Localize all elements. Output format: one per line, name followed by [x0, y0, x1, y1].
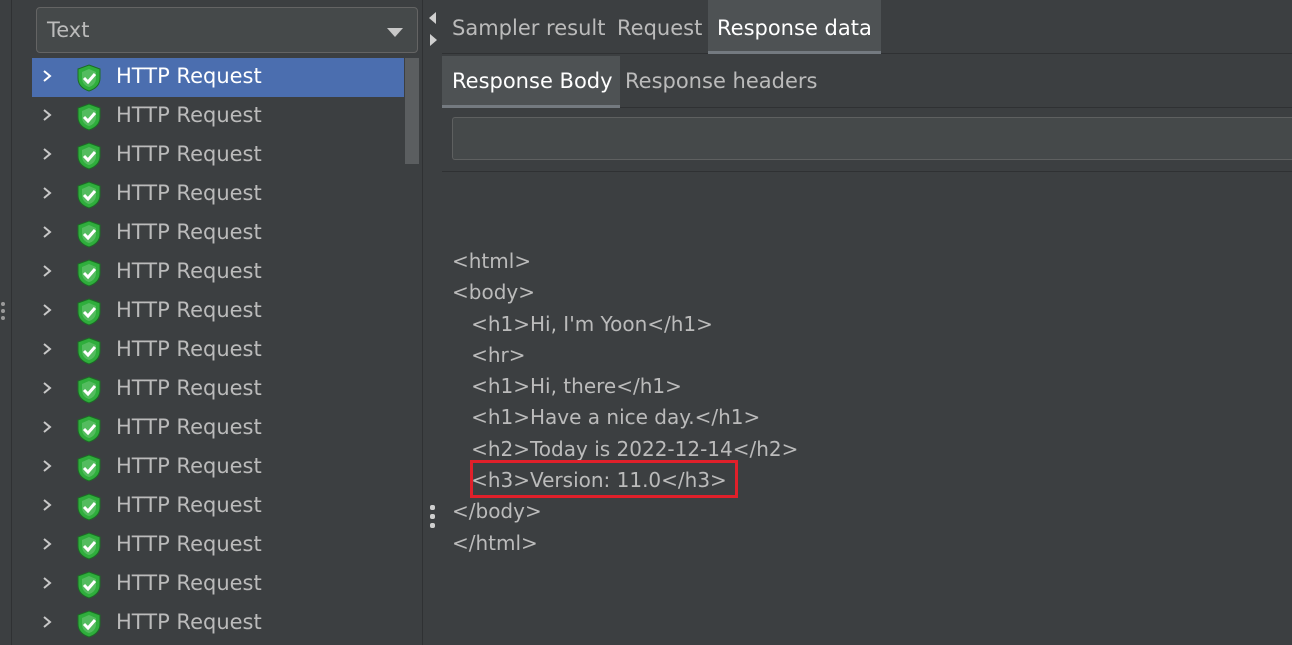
response-line: </body> — [452, 496, 798, 527]
tree-item-label: HTTP Request — [116, 259, 262, 283]
sampler-tree: HTTP Request HTTP Request HTTP Request HTTP… — [32, 58, 404, 645]
tab-sampler-result[interactable]: Sampler result — [452, 0, 605, 54]
response-line: <body> — [452, 277, 798, 308]
tree-item[interactable]: HTTP Request — [32, 409, 404, 448]
tree-item-label: HTTP Request — [116, 142, 262, 166]
response-line: <html> — [452, 246, 798, 277]
sampler-renderer-dropdown[interactable]: Text — [36, 7, 418, 53]
response-line: <h1>Have a nice day.</h1> — [452, 402, 798, 433]
right-panel: Sampler result Request Response data Res… — [442, 0, 1292, 645]
left-panel: Text HTTP RequestHTTP RequestHTTP Reques… — [0, 0, 422, 645]
tree-item[interactable]: HTTP Request — [32, 565, 404, 604]
tree-item[interactable]: HTTP Request — [32, 97, 404, 136]
tree-item[interactable]: HTTP Request — [32, 526, 404, 565]
chevron-right-icon[interactable] — [40, 459, 54, 473]
chevron-right-icon[interactable] — [40, 108, 54, 122]
chevron-right-icon[interactable] — [40, 537, 54, 551]
tree-item-label: HTTP Request — [116, 493, 262, 517]
pane-splitter[interactable] — [422, 0, 442, 645]
tree-item-label: HTTP Request — [116, 571, 262, 595]
tree-item-label: HTTP Request — [116, 220, 262, 244]
tree-item-label: HTTP Request — [116, 103, 262, 127]
shield-check-icon — [76, 337, 102, 365]
chevron-right-icon[interactable] — [40, 576, 54, 590]
chevron-right-icon[interactable] — [40, 147, 54, 161]
chevron-right-icon[interactable] — [40, 303, 54, 317]
shield-check-icon — [76, 493, 102, 521]
response-line: <h1>Hi, there</h1> — [452, 371, 798, 402]
collapse-left-icon[interactable] — [429, 12, 436, 24]
shield-check-icon — [76, 64, 102, 92]
chevron-right-icon[interactable] — [40, 264, 54, 278]
dropdown-value: Text — [47, 18, 89, 42]
shield-check-icon — [76, 259, 102, 287]
divider — [442, 171, 1292, 172]
response-body-text[interactable]: <html><body> <h1>Hi, I'm Yoon</h1> <hr> … — [452, 246, 798, 559]
tree-item[interactable]: HTTP Request — [32, 136, 404, 175]
shield-check-icon — [76, 610, 102, 638]
tree-item-label: HTTP Request — [116, 337, 262, 361]
tree-item[interactable]: HTTP Request — [32, 58, 404, 97]
chevron-right-icon[interactable] — [40, 342, 54, 356]
left-edge-splitter[interactable] — [0, 0, 12, 645]
tree-item-label: HTTP Request — [116, 532, 262, 556]
shield-check-icon — [76, 376, 102, 404]
collapse-right-icon[interactable] — [430, 34, 437, 46]
tree-item[interactable]: HTTP Request — [32, 370, 404, 409]
tree-item[interactable]: HTTP Request — [32, 448, 404, 487]
result-tabs: Sampler result Request Response data — [442, 0, 1292, 54]
tab-response-data[interactable]: Response data — [708, 0, 881, 54]
tree-item[interactable]: HTTP Request — [32, 175, 404, 214]
tree-scrollbar[interactable] — [405, 58, 419, 645]
shield-check-icon — [76, 454, 102, 482]
shield-check-icon — [76, 532, 102, 560]
tree-item-label: HTTP Request — [116, 376, 262, 400]
tab-response-body[interactable]: Response Body — [442, 56, 620, 108]
tree-item-label: HTTP Request — [116, 415, 262, 439]
response-subtabs: Response Body Response headers — [442, 56, 1292, 108]
tree-item-label: HTTP Request — [116, 298, 262, 322]
search-input[interactable] — [452, 117, 1292, 160]
shield-check-icon — [76, 220, 102, 248]
chevron-down-icon[interactable] — [387, 28, 403, 37]
shield-check-icon — [76, 571, 102, 599]
tree-item-label: HTTP Request — [116, 454, 262, 478]
tree-item[interactable]: HTTP Request — [32, 253, 404, 292]
splitter-grip-icon[interactable] — [430, 505, 435, 532]
tree-item-label: HTTP Request — [116, 64, 262, 88]
tree-item[interactable]: HTTP Request — [32, 487, 404, 526]
chevron-right-icon[interactable] — [40, 69, 54, 83]
tree-item-label: HTTP Request — [116, 610, 262, 634]
response-line: <hr> — [452, 340, 798, 371]
tree-item[interactable]: HTTP Request — [32, 604, 404, 643]
shield-check-icon — [76, 415, 102, 443]
shield-check-icon — [76, 298, 102, 326]
response-line: <h1>Hi, I'm Yoon</h1> — [452, 309, 798, 340]
highlight-box — [470, 460, 738, 498]
chevron-right-icon[interactable] — [40, 615, 54, 629]
tree-item[interactable]: HTTP Request — [32, 214, 404, 253]
chevron-right-icon[interactable] — [40, 225, 54, 239]
tree-item[interactable]: HTTP Request — [32, 292, 404, 331]
chevron-right-icon[interactable] — [40, 498, 54, 512]
shield-check-icon — [76, 181, 102, 209]
chevron-right-icon[interactable] — [40, 381, 54, 395]
tree-item-label: HTTP Request — [116, 181, 262, 205]
response-line: </html> — [452, 528, 798, 559]
tree-item[interactable]: HTTP Request — [32, 331, 404, 370]
splitter-grip-icon[interactable] — [1, 302, 7, 324]
tab-response-headers[interactable]: Response headers — [625, 56, 817, 108]
shield-check-icon — [76, 142, 102, 170]
tab-request[interactable]: Request — [617, 0, 702, 54]
chevron-right-icon[interactable] — [40, 186, 54, 200]
tree-scrollbar-thumb[interactable] — [405, 58, 419, 164]
shield-check-icon — [76, 103, 102, 131]
chevron-right-icon[interactable] — [40, 420, 54, 434]
